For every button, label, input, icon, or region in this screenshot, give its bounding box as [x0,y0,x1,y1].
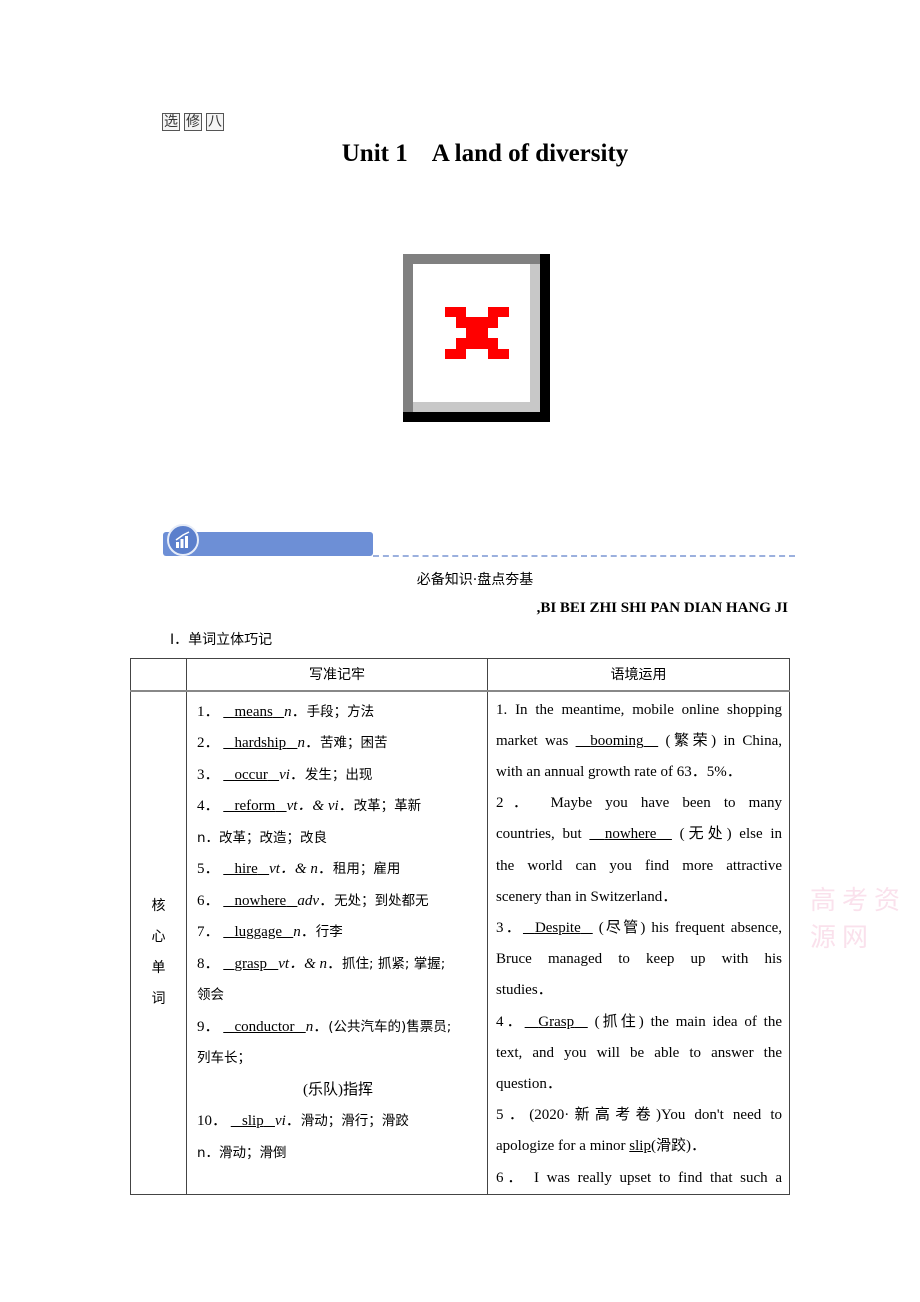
vocab-word: hire [234,861,258,877]
vocab-word: reform [234,798,276,814]
sentence-line: 6． I was really upset to find that such … [496,1169,782,1186]
sentence-line: market was booming (繁荣) in China, [496,732,783,749]
answer: slip [629,1138,651,1155]
sentence-line: 2． Maybe you have been to many [496,795,782,812]
answer: Despite [534,919,581,936]
vocab-item: 4． reform vt．& vi．改革；革新 [197,798,422,814]
answer: booming [590,732,644,749]
category-char: 单 [151,959,166,976]
subsection-title: Ⅰ．单词立体巧记 [170,632,273,648]
vocab-item: 9． conductor n．(公共汽车的)售票员; [197,1018,452,1035]
vocab-item-extra: 领会 [197,987,224,1003]
volume-char: 修 [184,113,202,131]
section-title-pinyin: ,BI BEI ZHI SHI PAN DIAN HANG JI [536,600,788,616]
sentence-line: question． [496,1075,562,1092]
sentence-line: apologize for a minor slip(滑跤)． [496,1138,706,1155]
header-write: 写准记牢 [186,658,488,692]
section-title-cn: 必备知识·盘点夯基 [416,572,534,588]
vocab-word: nowhere [234,892,287,909]
sentence-line: countries, but nowhere (无处) else in [496,826,783,843]
header-empty [130,658,187,692]
vocab-word: grasp [234,955,268,972]
sentence-line: scenery than in Switzerland． [496,888,678,905]
sentence-line: 4． Grasp (抓住) the main idea of the [496,1013,782,1030]
vocab-item: 1． means n．手段；方法 [197,703,375,720]
vocab-item: 5． hire vt．& n．租用；雇用 [197,861,401,877]
vocab-item: 3． occur vi．发生；出现 [197,766,373,783]
section-divider [373,555,795,557]
vocab-word: occur [234,766,268,783]
sentence-line: studies． [496,982,553,999]
vocab-word: luggage [234,924,282,940]
vocab-word: hardship [234,735,287,751]
answer: nowhere [604,826,657,843]
header-use: 语境运用 [487,658,790,692]
sentence-list: 1. In the meantime, mobile online shoppi… [487,690,790,1195]
sentence-line: Bruce managed to keep up with his [496,951,782,968]
vocab-word: slip [242,1113,264,1129]
vocab-item-extra: (乐队)指挥 [303,1081,373,1098]
chart-growth-icon [167,524,199,556]
table-header-row: 写准记牢 语境运用 [130,658,790,692]
sentence-line: the world can you find more attractive [496,857,782,874]
category-char: 心 [151,928,166,945]
vocab-word: conductor [234,1018,295,1035]
watermark: 高考资源网 [810,886,907,953]
sentence-line: 5．(2020·新高考卷)You don't need to [496,1107,782,1124]
volume-label: 选 修 八 [162,113,224,131]
vocab-item: 7． luggage n．行李 [197,924,343,940]
volume-char: 选 [162,113,180,131]
volume-char: 八 [206,113,224,131]
vocab-word: means [234,703,273,720]
table-row: 核 心 单 词 1． means n．手段；方法 2． hardship n．苦… [130,690,790,1195]
unit-title: Unit 1 A land of diversity [0,140,920,168]
answer: Grasp [538,1013,575,1030]
vocab-item-extra: n．改革；改造；改良 [197,829,328,846]
vocab-item: 6． nowhere adv．无处；到处都无 [197,892,429,909]
vocab-item: 2． hardship n．苦难；困苦 [197,735,388,751]
vocab-list: 1． means n．手段；方法 2． hardship n．苦难；困苦 3． … [186,690,488,1195]
category-char: 词 [151,990,166,1007]
unit-name: A land of diversity [431,140,629,167]
category-cell: 核 心 单 词 [130,690,187,1195]
sentence-line: 3． Despite (尽管) his frequent absence, [496,919,783,936]
unit-label: Unit 1 [341,140,408,167]
vocab-item: 10． slip vi．滑动；滑行；滑跤 [197,1113,409,1129]
sentence-line: with an annual growth rate of 63．5%． [496,763,742,780]
sentence-line: 1. In the meantime, mobile online shoppi… [496,701,782,718]
broken-image-icon [403,254,550,422]
red-x-icon [445,307,509,359]
vocab-table: 写准记牢 语境运用 核 心 单 词 1． means n．手段；方法 2． ha… [130,658,790,1195]
vocab-item: 8． grasp vt．& n．抓住; 抓紧; 掌握; [197,955,446,972]
vocab-item-extra: 列车长； [197,1050,251,1066]
sentence-line: text, and you will be able to answer the [496,1044,782,1061]
vocab-item-extra: n．滑动；滑倒 [197,1144,287,1161]
category-char: 核 [151,897,166,914]
